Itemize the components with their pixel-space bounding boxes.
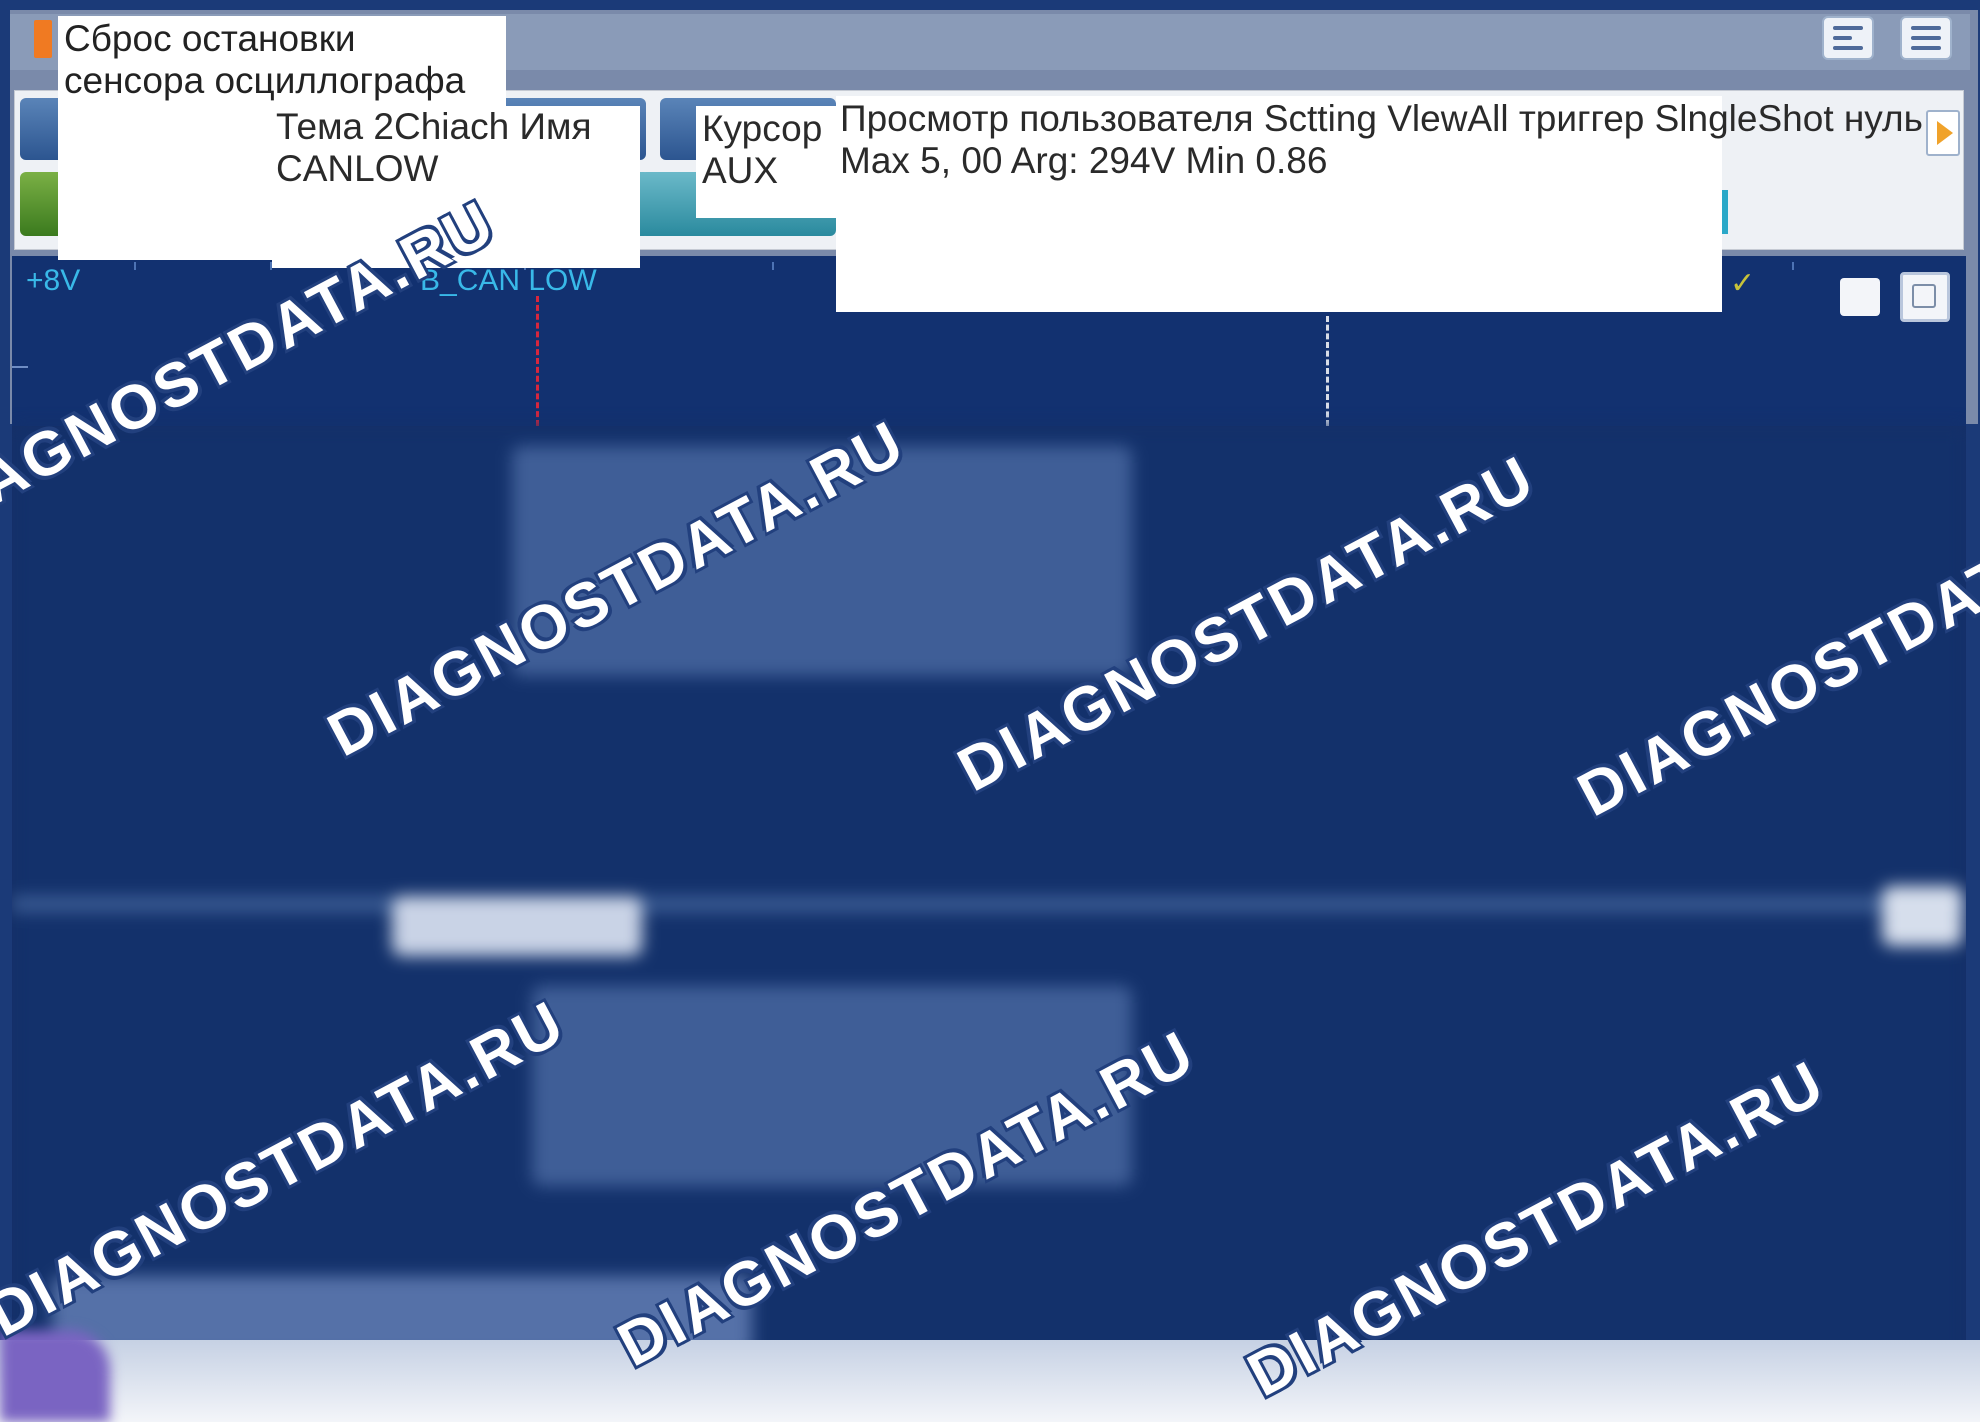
cursor-info: Курсор AUX bbox=[702, 108, 823, 191]
tick bbox=[772, 262, 774, 270]
arrow-right-icon[interactable] bbox=[1926, 110, 1960, 156]
status-line-2: Max 5, 00 Arg: 294V Min 0.86 bbox=[840, 140, 1328, 181]
tick bbox=[1792, 262, 1794, 270]
oscilloscope-view[interactable]: +8V B_CAN LOW ✓ bbox=[12, 256, 1966, 1366]
check-icon: ✓ bbox=[1730, 267, 1756, 300]
title-accent-icon bbox=[34, 20, 52, 58]
channel-info: Тема 2Chiach Имя CANLOW bbox=[276, 106, 592, 189]
tick bbox=[134, 262, 136, 270]
status-line-1: Просмотр пользователя Sctting VlewAll тр… bbox=[840, 98, 1923, 139]
window-title: Сброс остановки сенсора осциллографа bbox=[64, 18, 466, 101]
square-icon[interactable] bbox=[1840, 278, 1880, 316]
waveform-trace bbox=[12, 896, 1966, 912]
teal-marker bbox=[1722, 190, 1728, 234]
voltage-scale-label: +8V bbox=[26, 264, 81, 297]
cursor-line-red[interactable] bbox=[536, 296, 539, 426]
window-frame-icon[interactable] bbox=[1900, 272, 1950, 322]
menu-icon[interactable] bbox=[1900, 16, 1952, 60]
cursor-line-white[interactable] bbox=[1326, 316, 1329, 426]
zero-marker bbox=[12, 366, 28, 368]
trace-highlight bbox=[392, 896, 642, 956]
blurred-waveform-area bbox=[12, 426, 1966, 1366]
bottom-area bbox=[0, 1340, 1980, 1422]
trace-highlight bbox=[1882, 886, 1962, 946]
window-icon[interactable] bbox=[1822, 16, 1874, 60]
